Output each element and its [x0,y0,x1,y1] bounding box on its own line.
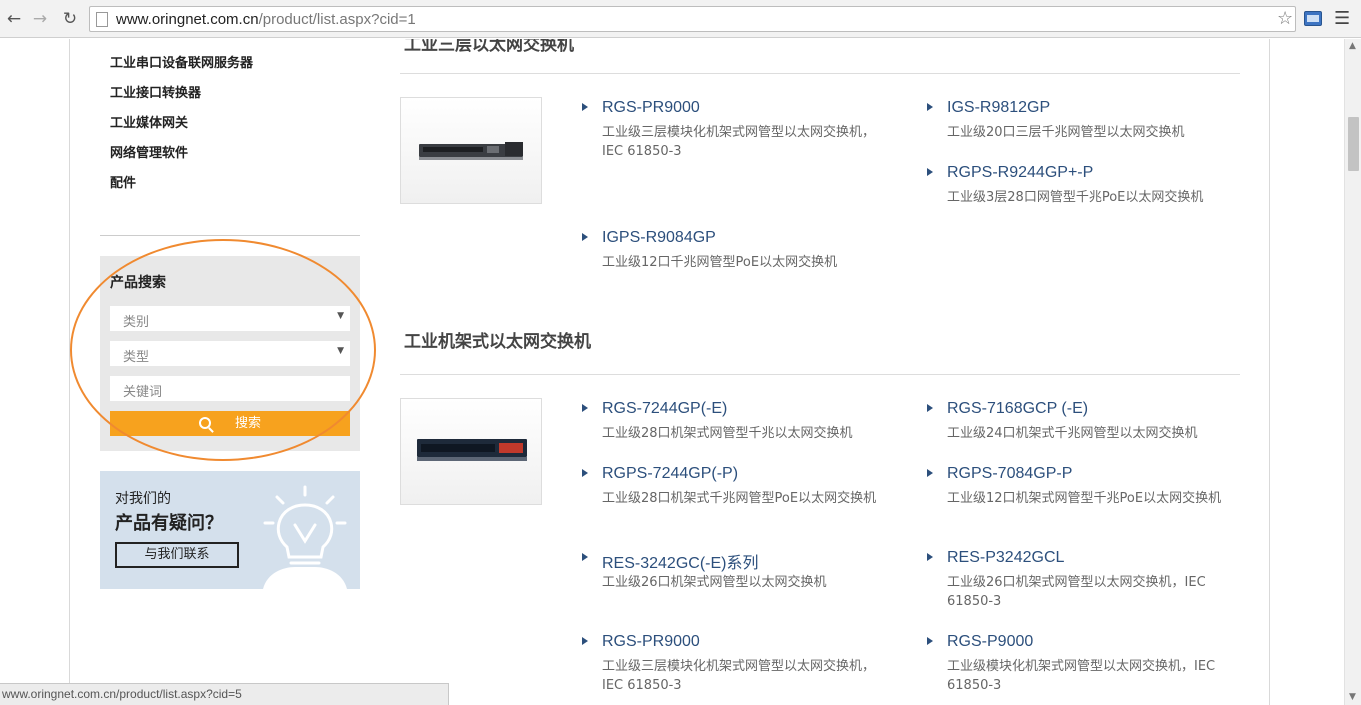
bullet-icon [927,469,933,477]
product-description: 工业级模块化机架式网管型以太网交换机，IEC 61850-3 [947,659,1216,693]
bullet-icon [927,553,933,561]
product-name-link[interactable]: RGS-P9000 [947,633,1033,651]
product-name-link[interactable]: RGPS-7244GP(-P) [602,465,738,483]
extension-folder-icon[interactable] [1304,11,1322,26]
highlight-annotation-ellipse [70,239,376,461]
page-viewport: 工业串口设备联网服务器 工业接口转换器 工业媒体网关 网络管理软件 配件 产品搜… [0,39,1344,705]
product-description: 工业级26口机架式网管型以太网交换机，IEC 61850-3 [947,575,1206,609]
contact-panel: 对我们的 产品有疑问？ 与我们联系 [100,471,360,589]
product-description: 工业级3层28口网管型千兆PoE以太网交换机 [947,190,1204,205]
product-image[interactable] [400,97,542,204]
product-image[interactable] [400,398,542,505]
product-name-link[interactable]: RES-P3242GCL [947,549,1064,567]
product-name-link[interactable]: RGS-7168GCP (-E) [947,400,1088,418]
forward-icon[interactable]: → [30,9,50,29]
contact-line2: 产品有疑问？ [115,513,223,534]
sidebar-divider [100,235,360,236]
vertical-scrollbar[interactable]: ▲ ▼ [1344,39,1361,705]
product-name-link[interactable]: RGS-7244GP(-E) [602,400,727,418]
bullet-icon [582,469,588,477]
contact-line1: 对我们的 [115,491,171,507]
bullet-icon [582,553,588,561]
status-bar-url: www.oringnet.com.cn/product/list.aspx?ci… [0,683,449,705]
bullet-icon [582,637,588,645]
bullet-icon [582,404,588,412]
product-description: 工业级24口机架式千兆网管型以太网交换机 [947,426,1198,441]
product-description: 工业级三层模块化机架式网管型以太网交换机，IEC 61850-3 [602,125,876,159]
bullet-icon [927,404,933,412]
reload-icon[interactable]: ↻ [60,9,80,29]
product-name-link[interactable]: RGPS-7084GP-P [947,465,1072,483]
product-description: 工业级12口机架式网管型千兆PoE以太网交换机 [947,491,1222,506]
sidebar-category-link[interactable]: 网络管理软件 [110,142,188,161]
product-name-link[interactable]: RGPS-R9244GP+-P [947,164,1093,182]
content-border [69,39,70,705]
menu-icon[interactable]: ☰ [1334,8,1350,29]
bookmark-star-icon[interactable]: ☆ [1277,8,1293,29]
product-description: 工业级28口机架式千兆网管型PoE以太网交换机 [602,491,877,506]
product-description: 工业级28口机架式网管型千兆以太网交换机 [602,426,853,441]
bullet-icon [927,168,933,176]
product-description: 工业级20口三层千兆网管型以太网交换机 [947,125,1185,140]
section-title: 工业三层以太网交换机 [404,39,574,55]
product-name-link[interactable]: RGS-PR9000 [602,99,700,117]
product-description: 工业级26口机架式网管型以太网交换机 [602,575,827,590]
sidebar-category-link[interactable]: 工业串口设备联网服务器 [110,52,253,71]
url-text: www.oringnet.com.cn/product/list.aspx?ci… [116,11,416,28]
section-title: 工业机架式以太网交换机 [404,332,591,352]
sidebar-category-link[interactable]: 工业接口转换器 [110,82,201,101]
address-bar[interactable]: www.oringnet.com.cn/product/list.aspx?ci… [89,6,1296,32]
product-description: 工业级三层模块化机架式网管型以太网交换机，IEC 61850-3 [602,659,876,693]
lightbulb-icon [263,485,347,589]
section-divider [400,374,1240,375]
section-divider [400,73,1240,74]
back-icon[interactable]: ← [4,9,24,29]
bullet-icon [927,103,933,111]
sidebar-category-link[interactable]: 配件 [110,172,136,191]
switch-product-image [417,439,527,461]
product-description: 工业级12口千兆网管型PoE以太网交换机 [602,255,838,270]
product-name-link[interactable]: RES-3242GC(-E)系列 [602,549,758,573]
scroll-up-arrow-icon[interactable]: ▲ [1349,41,1356,51]
bullet-icon [927,637,933,645]
contact-us-button[interactable]: 与我们联系 [115,542,239,568]
scroll-down-arrow-icon[interactable]: ▼ [1349,692,1356,702]
sidebar-category-link[interactable]: 工业媒体网关 [110,112,188,131]
content-border [1269,39,1270,705]
product-name-link[interactable]: IGS-R9812GP [947,99,1050,117]
bullet-icon [582,233,588,241]
product-name-link[interactable]: IGPS-R9084GP [602,229,716,247]
page-icon [96,12,108,27]
scrollbar-thumb[interactable] [1348,117,1359,171]
switch-product-image [419,142,523,160]
bullet-icon [582,103,588,111]
browser-toolbar: ← → ↻ www.oringnet.com.cn/product/list.a… [0,0,1361,38]
product-name-link[interactable]: RGS-PR9000 [602,633,700,651]
